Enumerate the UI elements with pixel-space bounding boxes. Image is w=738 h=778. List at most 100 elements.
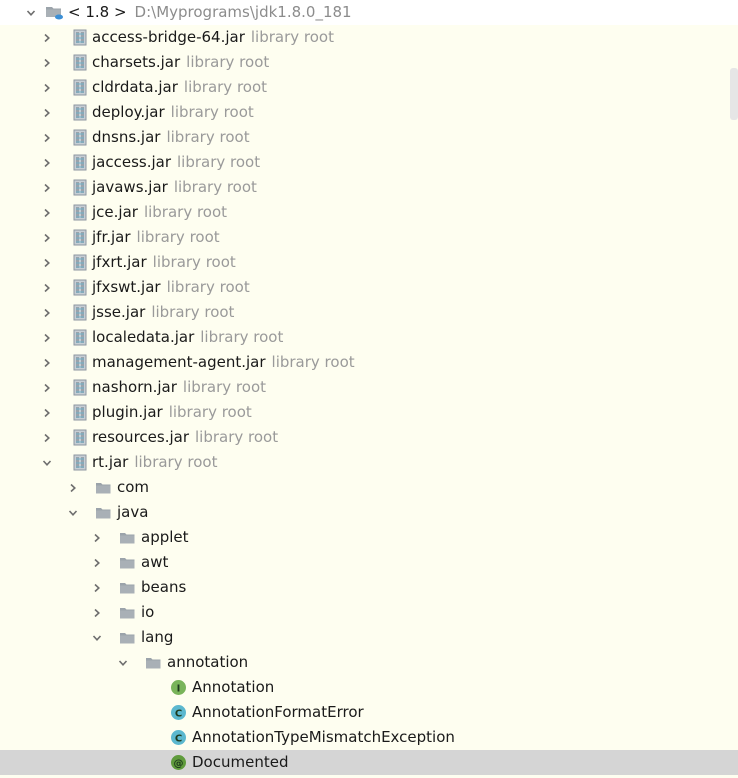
library-root-hint: library root bbox=[166, 128, 250, 146]
tree-row-jar-label: localedata.jar library root bbox=[92, 325, 283, 350]
node-name: localedata.jar bbox=[92, 328, 195, 346]
tree-row-jar[interactable]: charsets.jar library root bbox=[0, 50, 738, 75]
node-name: lang bbox=[141, 628, 174, 646]
tree-row-package-label: annotation bbox=[167, 650, 248, 675]
tree-row-package[interactable]: annotation bbox=[0, 650, 738, 675]
chevron-right-icon[interactable] bbox=[40, 425, 54, 450]
tree-row-jar[interactable]: nashorn.jar library root bbox=[0, 375, 738, 400]
node-name: < 1.8 > bbox=[68, 3, 127, 21]
package-icon bbox=[119, 529, 136, 546]
jar-icon bbox=[72, 204, 89, 221]
chevron-right-icon[interactable] bbox=[40, 50, 54, 75]
tree-row-interface[interactable]: I Annotation bbox=[0, 675, 738, 700]
tree-row-jar[interactable]: cldrdata.jar library root bbox=[0, 75, 738, 100]
library-root-hint: library root bbox=[173, 178, 257, 196]
chevron-right-icon[interactable] bbox=[40, 125, 54, 150]
tree-row-package[interactable]: com bbox=[0, 475, 738, 500]
chevron-down-icon[interactable] bbox=[24, 0, 38, 25]
tree-row-package[interactable]: io bbox=[0, 600, 738, 625]
tree-row-jar-label: dnsns.jar library root bbox=[92, 125, 250, 150]
chevron-right-icon[interactable] bbox=[40, 325, 54, 350]
tree-row-jar[interactable]: dnsns.jar library root bbox=[0, 125, 738, 150]
node-name: awt bbox=[141, 553, 169, 571]
tree-row-package[interactable]: beans bbox=[0, 575, 738, 600]
tree-row-jar[interactable]: resources.jar library root bbox=[0, 425, 738, 450]
chevron-right-icon[interactable] bbox=[40, 100, 54, 125]
jar-icon bbox=[72, 354, 89, 371]
node-name: jce.jar bbox=[92, 203, 138, 221]
node-name: Documented bbox=[192, 753, 289, 771]
tree-row-jar-label: jce.jar library root bbox=[92, 200, 227, 225]
tree-row-jar[interactable]: plugin.jar library root bbox=[0, 400, 738, 425]
tree-row-jar[interactable]: jfr.jar library root bbox=[0, 225, 738, 250]
vertical-scrollbar[interactable] bbox=[730, 68, 738, 120]
tree-row-annotation-label: Documented bbox=[192, 750, 288, 775]
tree-row-jar[interactable]: rt.jar library root bbox=[0, 450, 738, 475]
tree-row-jar-label: jaccess.jar library root bbox=[92, 150, 260, 175]
tree-row-package-label: io bbox=[141, 600, 154, 625]
node-name: nashorn.jar bbox=[92, 378, 177, 396]
chevron-right-icon[interactable] bbox=[66, 475, 80, 500]
chevron-right-icon[interactable] bbox=[90, 575, 104, 600]
tree-row-package-label: java bbox=[117, 500, 148, 525]
tree-row-annotation[interactable]: @ Documented bbox=[0, 750, 738, 775]
chevron-right-icon[interactable] bbox=[40, 25, 54, 50]
tree-row-jar[interactable]: jfxswt.jar library root bbox=[0, 275, 738, 300]
tree-row-package[interactable]: applet bbox=[0, 525, 738, 550]
chevron-right-icon[interactable] bbox=[40, 300, 54, 325]
tree-row-jdk[interactable]: < 1.8 > D:\Myprograms\jdk1.8.0_181 bbox=[0, 0, 738, 25]
tree-row-jar[interactable]: jsse.jar library root bbox=[0, 300, 738, 325]
tree-row-jar-label: charsets.jar library root bbox=[92, 50, 269, 75]
chevron-right-icon[interactable] bbox=[40, 400, 54, 425]
tree-row-package[interactable]: lang bbox=[0, 625, 738, 650]
tree-row-interface-label: Annotation bbox=[192, 675, 274, 700]
chevron-down-icon[interactable] bbox=[66, 500, 80, 525]
chevron-right-icon[interactable] bbox=[40, 250, 54, 275]
chevron-right-icon[interactable] bbox=[40, 275, 54, 300]
tree-row-jar[interactable]: management-agent.jar library root bbox=[0, 350, 738, 375]
chevron-right-icon[interactable] bbox=[40, 350, 54, 375]
node-name: dnsns.jar bbox=[92, 128, 161, 146]
chevron-right-icon[interactable] bbox=[40, 375, 54, 400]
chevron-right-icon[interactable] bbox=[90, 525, 104, 550]
chevron-right-icon[interactable] bbox=[40, 225, 54, 250]
chevron-right-icon[interactable] bbox=[90, 600, 104, 625]
tree-row-jar[interactable]: jfxrt.jar library root bbox=[0, 250, 738, 275]
chevron-right-icon[interactable] bbox=[40, 150, 54, 175]
tree-row-jar-label: deploy.jar library root bbox=[92, 100, 254, 125]
tree-row-jar[interactable]: javaws.jar library root bbox=[0, 175, 738, 200]
chevron-right-icon[interactable] bbox=[40, 200, 54, 225]
tree-row-jar[interactable]: access-bridge-64.jar library root bbox=[0, 25, 738, 50]
node-name: jfr.jar bbox=[92, 228, 131, 246]
jar-icon bbox=[72, 429, 89, 446]
chevron-down-icon[interactable] bbox=[90, 625, 104, 650]
library-root-hint: library root bbox=[186, 53, 270, 71]
class-icon: C bbox=[170, 704, 187, 721]
tree-row-class[interactable]: C AnnotationFormatError bbox=[0, 700, 738, 725]
tree-row-jar[interactable]: jaccess.jar library root bbox=[0, 150, 738, 175]
svg-text:I: I bbox=[177, 683, 181, 694]
jar-icon bbox=[72, 54, 89, 71]
tree-row-class-label: AnnotationFormatError bbox=[192, 700, 364, 725]
jdk-path: D:\Myprograms\jdk1.8.0_181 bbox=[134, 3, 352, 21]
chevron-right-icon[interactable] bbox=[40, 175, 54, 200]
tree-row-package-label: awt bbox=[141, 550, 168, 575]
tree-row-class-label: AnnotationTypeMismatchException bbox=[192, 725, 455, 750]
tree-row-class[interactable]: C AnnotationTypeMismatchException bbox=[0, 725, 738, 750]
tree-row-package[interactable]: java bbox=[0, 500, 738, 525]
chevron-down-icon[interactable] bbox=[116, 650, 130, 675]
tree-row-jar[interactable]: deploy.jar library root bbox=[0, 100, 738, 125]
chevron-right-icon[interactable] bbox=[40, 75, 54, 100]
package-icon bbox=[95, 504, 112, 521]
node-name: management-agent.jar bbox=[92, 353, 266, 371]
tree-row-jar-label: resources.jar library root bbox=[92, 425, 278, 450]
chevron-right-icon[interactable] bbox=[90, 550, 104, 575]
chevron-down-icon[interactable] bbox=[40, 450, 54, 475]
project-tree: < 1.8 > D:\Myprograms\jdk1.8.0_181 access-… bbox=[0, 0, 738, 778]
tree-row-package[interactable]: awt bbox=[0, 550, 738, 575]
tree-row-jdk-label: < 1.8 > D:\Myprograms\jdk1.8.0_181 bbox=[68, 0, 352, 25]
tree-row-jar[interactable]: localedata.jar library root bbox=[0, 325, 738, 350]
tree-row-jar[interactable]: jce.jar library root bbox=[0, 200, 738, 225]
node-name: javaws.jar bbox=[92, 178, 168, 196]
package-icon bbox=[119, 579, 136, 596]
